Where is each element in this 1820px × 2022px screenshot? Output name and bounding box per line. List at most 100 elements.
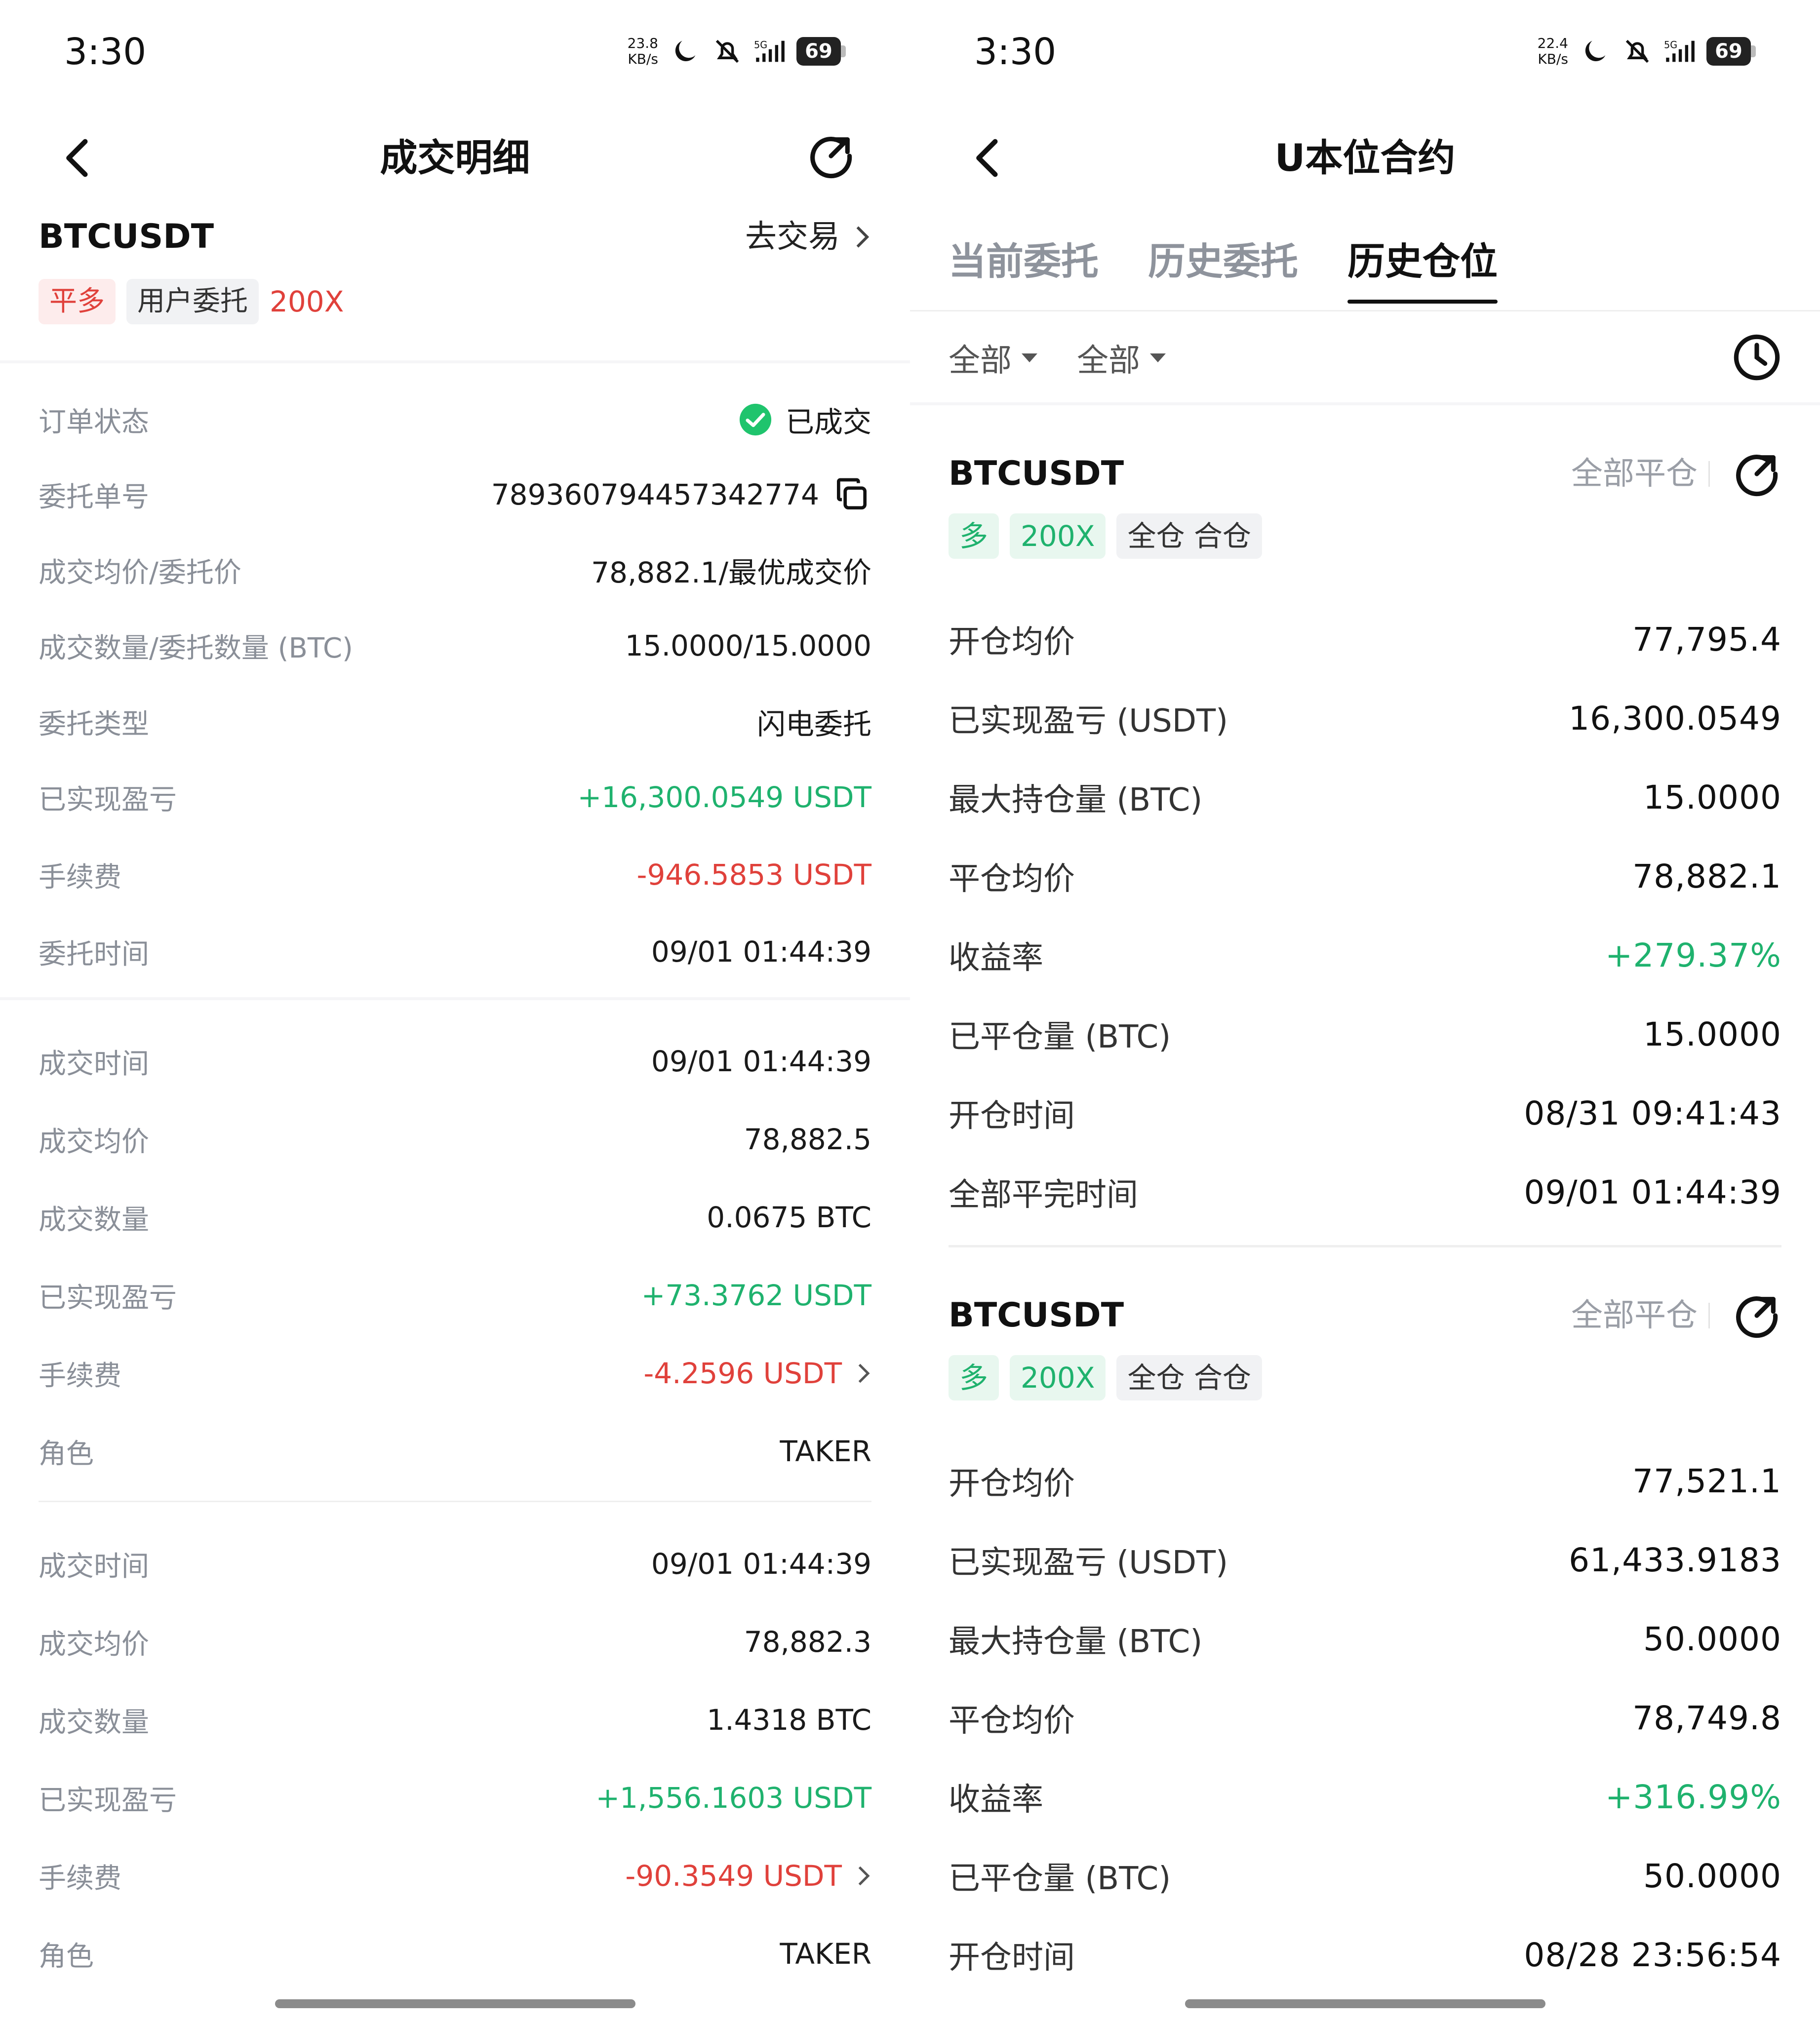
detail-row-order-type: 委托类型 闪电委托: [39, 707, 871, 741]
bell-muted-icon: [715, 39, 739, 63]
divider: [39, 1501, 871, 1502]
share-icon[interactable]: [1732, 449, 1781, 499]
divider: [0, 997, 910, 1000]
filter-dropdown-1[interactable]: 全部: [949, 335, 1037, 381]
network-speed: 22.4 KB/s: [1537, 35, 1568, 67]
separator: [1708, 1303, 1710, 1328]
status-bar: 3:30 22.4 KB/s 5G 69: [910, 0, 1820, 104]
position-row: 开仓时间 08/31 09:41:43: [949, 1094, 1781, 1135]
fill-row-role: 角色 TAKER: [39, 1937, 871, 1973]
signal-icon: 5G: [754, 39, 785, 62]
svg-text:5G: 5G: [1664, 39, 1677, 51]
detail-row-status: 订单状态 已成交: [39, 395, 871, 444]
chevron-right-icon: [856, 226, 870, 248]
status-bar: 3:30 23.8 KB/s 5G 69: [0, 0, 910, 104]
fill-row-role: 角色 TAKER: [39, 1435, 871, 1470]
fill-row-avg-price: 成交均价 78,882.3: [39, 1625, 871, 1661]
close-all-button[interactable]: 全部平仓: [1571, 1286, 1698, 1345]
fill-row-time: 成交时间 09/01 01:44:39: [39, 1045, 871, 1080]
copy-icon[interactable]: [832, 475, 871, 514]
page-title: U本位合约: [1274, 136, 1456, 180]
status-time: 3:30: [974, 31, 1057, 73]
caret-down-icon: [1150, 353, 1166, 362]
fill-row-pnl: 已实现盈亏 +1,556.1603 USDT: [39, 1781, 871, 1817]
divider: [910, 402, 1820, 405]
fill-row-pnl: 已实现盈亏 +73.3762 USDT: [39, 1279, 871, 1314]
margin-mode-tag: 全仓 合仓: [1116, 1355, 1262, 1400]
position-card: BTCUSDT 全部平仓 多 200X 全仓 合仓 开仓均价 77,521.1 已…: [949, 1286, 1781, 1977]
margin-mode-tag: 全仓 合仓: [1116, 513, 1262, 559]
close-all-button[interactable]: 全部平仓: [1571, 444, 1698, 504]
detail-row-order-time: 委托时间 09/01 01:44:39: [39, 935, 871, 971]
header: 成交明细: [0, 104, 910, 212]
position-row: 平仓均价 78,882.1: [949, 857, 1781, 898]
usdt-futures-screen: 3:30 22.4 KB/s 5G 69 U本位合约 当前委托 历史委托 历史仓位…: [910, 0, 1820, 2022]
leverage-tag: 200X: [1010, 1355, 1106, 1400]
position-row-roi: 收益率 +316.99%: [949, 1778, 1781, 1819]
check-circle-icon: [739, 403, 772, 436]
svg-text:5G: 5G: [754, 39, 767, 51]
position-row: 已实现盈亏 (USDT) 61,433.9183: [949, 1541, 1781, 1582]
position-symbol: BTCUSDT: [949, 1296, 1124, 1335]
network-speed: 23.8 KB/s: [627, 35, 658, 67]
bell-muted-icon: [1625, 39, 1649, 63]
detail-row-fee: 手续费 -946.5853 USDT: [39, 858, 871, 894]
detail-row-quantity: 成交数量/委托数量 (BTC) 15.0000/15.0000: [39, 629, 871, 664]
fill-row-fee[interactable]: 手续费 -4.2596 USDT: [39, 1349, 871, 1398]
signal-icon: 5G: [1664, 39, 1695, 62]
source-tag: 用户委托: [126, 279, 259, 324]
position-row: 已平仓量 (BTC) 50.0000: [949, 1857, 1781, 1898]
side-tag: 多: [949, 513, 999, 559]
chevron-right-icon: [858, 1363, 870, 1383]
fill-row-avg-price: 成交均价 78,882.5: [39, 1123, 871, 1158]
position-row: 平仓均价 78,749.8: [949, 1699, 1781, 1740]
fill-row-quantity: 成交数量 1.4318 BTC: [39, 1703, 871, 1739]
position-row: 已实现盈亏 (USDT) 16,300.0549: [949, 699, 1781, 740]
moon-icon: [1585, 40, 1606, 61]
position-row: 开仓均价 77,521.1: [949, 1462, 1781, 1503]
fill-row-fee[interactable]: 手续费 -90.3549 USDT: [39, 1851, 871, 1901]
status-time: 3:30: [64, 31, 147, 73]
detail-row-avg-price: 成交均价/委托价 78,882.1/最优成交价: [39, 556, 871, 589]
position-row: 最大持仓量 (BTC) 15.0000: [949, 778, 1781, 819]
go-trade-link[interactable]: 去交易: [745, 212, 871, 262]
divider: [910, 310, 1820, 311]
battery-icon: 69: [1706, 37, 1756, 66]
position-row: 开仓均价 77,795.4: [949, 620, 1781, 661]
fill-row-time: 成交时间 09/01 01:44:39: [39, 1547, 871, 1583]
leverage-tag: 200X: [270, 285, 344, 318]
separator: [1708, 461, 1710, 487]
header: U本位合约: [910, 104, 1820, 212]
divider: [949, 1245, 1781, 1247]
position-row: 全部平完时间 09/01 01:44:39: [949, 1173, 1781, 1214]
position-row-roi: 收益率 +279.37%: [949, 936, 1781, 977]
page-title: 成交明细: [380, 136, 530, 180]
position-row: 开仓时间 08/28 23:56:54: [949, 1936, 1781, 1977]
filter-dropdown-2[interactable]: 全部: [1077, 335, 1166, 381]
position-card: BTCUSDT 全部平仓 多 200X 全仓 合仓 开仓均价 77,795.4 已…: [949, 444, 1781, 1244]
clock-icon[interactable]: [1732, 333, 1781, 382]
tab-open-orders[interactable]: 当前委托: [949, 230, 1099, 304]
share-icon[interactable]: [1732, 1291, 1781, 1340]
tab-bar: 当前委托 历史委托 历史仓位: [949, 230, 1498, 304]
divider: [0, 360, 910, 363]
position-row: 已平仓量 (BTC) 15.0000: [949, 1015, 1781, 1056]
share-icon[interactable]: [806, 131, 856, 181]
detail-row-order-id: 委托单号 789360794457342774: [39, 470, 871, 519]
chevron-right-icon: [858, 1866, 870, 1886]
position-symbol: BTCUSDT: [949, 454, 1124, 493]
side-tag: 多: [949, 1355, 999, 1400]
detail-row-realized-pnl: 已实现盈亏 +16,300.0549 USDT: [39, 780, 871, 816]
trade-detail-screen: 3:30 23.8 KB/s 5G 69 成交明细 BTCUSDT 去交易 平多 …: [0, 0, 910, 2022]
symbol: BTCUSDT: [39, 217, 214, 256]
home-indicator[interactable]: [1185, 1999, 1545, 2008]
battery-icon: 69: [796, 37, 846, 66]
leverage-tag: 200X: [1010, 513, 1106, 559]
tab-position-history[interactable]: 历史仓位: [1347, 230, 1498, 304]
home-indicator[interactable]: [275, 1999, 635, 2008]
moon-icon: [675, 40, 696, 61]
fill-row-quantity: 成交数量 0.0675 BTC: [39, 1201, 871, 1236]
caret-down-icon: [1022, 353, 1037, 362]
side-tag: 平多: [39, 279, 116, 324]
tab-order-history[interactable]: 历史委托: [1148, 230, 1298, 304]
